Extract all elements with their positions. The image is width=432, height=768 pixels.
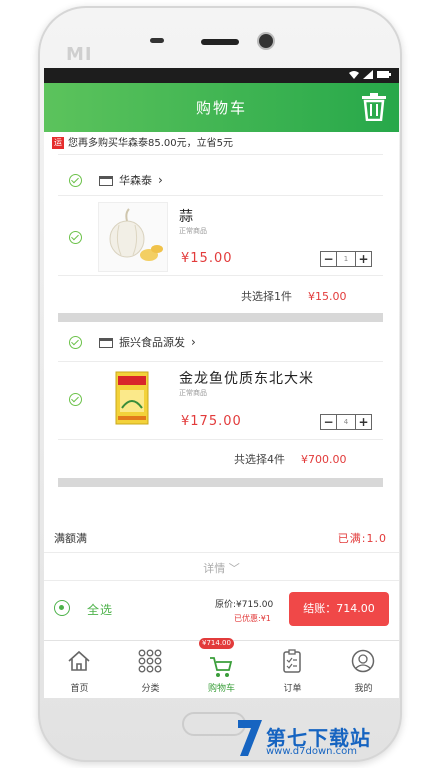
tab-label: 购物车 [207,684,235,694]
clipboard-icon [283,649,301,673]
cart-total-badge: ¥714.00 [199,638,234,649]
tab-profile[interactable]: 我的 [328,641,399,698]
store-link[interactable]: 振兴食品源发 › [99,334,196,350]
app-header: 购物车 [44,83,399,132]
product-image-garlic[interactable] [98,202,168,272]
grid-icon [138,649,162,673]
notice-badge: 运 [52,137,64,149]
notice-text: 您再多购买华森泰85.00元，立省5元 [68,138,233,149]
store-subtotal: 共选择4件 ¥700.00 [234,451,347,467]
store-name: 华森泰 [119,174,152,187]
cart-icon [210,657,233,677]
store-name: 振兴食品源发 [119,336,185,349]
subtotal-label: 共选择1件 [241,290,292,303]
tab-home[interactable]: 首页 [44,641,115,698]
details-toggle[interactable]: 详情 ﹀ [44,560,399,576]
product-name: 蒜 [179,209,194,225]
divider [44,552,399,553]
front-camera [259,34,273,48]
wifi-icon [349,70,359,80]
store-subtotal: 共选择1件 ¥15.00 [241,288,347,304]
watermark-url: www.d7down.com [266,746,358,757]
decrement-button[interactable]: − [321,415,336,429]
product-tag: 正常商品 [179,389,207,397]
select-all-label: 全选 [87,603,114,617]
tab-category[interactable]: 分类 [115,641,186,698]
tab-label: 首页 [70,684,89,694]
tab-label: 分类 [141,684,160,694]
divider [58,275,383,276]
item-checkbox[interactable] [69,393,82,406]
shop-icon [99,176,113,186]
section-separator [58,478,383,487]
quantity-stepper: − 1 + [320,251,372,267]
subtotal-amount: ¥700.00 [301,453,347,466]
quantity-value[interactable]: 1 [336,252,356,266]
tab-cart[interactable]: ¥714.00 购物车 [186,638,257,698]
watermark-logo [236,718,264,758]
section-separator [58,313,383,322]
phone-speaker [150,38,164,43]
subtotal-label: 共选择4件 [234,453,285,466]
phone-earpiece [201,39,239,45]
store-checkbox[interactable] [69,174,82,187]
decrement-button[interactable]: − [321,252,336,266]
details-label: 详情 [203,562,226,575]
battery-icon [377,70,391,80]
discount-amount: 已优惠:¥1 [234,614,271,623]
product-tag: 正常商品 [179,227,207,235]
divider [44,580,399,581]
increment-button[interactable]: + [356,415,371,429]
divider [58,439,383,440]
trash-icon[interactable] [361,93,387,122]
tab-label: 我的 [354,684,373,694]
radio-icon [54,600,70,616]
status-bar [44,68,399,83]
signal-icon [363,70,373,80]
divider [58,154,383,155]
product-image-rice[interactable] [104,368,160,428]
brand-logo: MI [66,44,93,65]
divider [58,361,383,362]
shop-icon [99,338,113,348]
tab-label: 订单 [283,684,302,694]
promo-label: 满额满 [54,532,87,545]
store-link[interactable]: 华森泰 › [99,172,163,188]
original-price: 原价:¥715.00 [215,600,274,610]
chevron-down-icon: ﹀ [228,562,240,575]
product-price: ¥175.00 [181,414,242,429]
page-title: 购物车 [195,99,247,117]
tab-orders[interactable]: 订单 [257,641,328,698]
quantity-stepper: − 4 + [320,414,372,430]
divider [58,195,383,196]
checkout-button[interactable]: 结账：714.00 [289,592,389,626]
chevron-right-icon: › [158,173,163,187]
bottom-tab-bar: 首页 分类 ¥714.00 购物车 订单 我的 [44,638,399,698]
home-icon [68,650,90,671]
promo-notice: 运您再多购买华森泰85.00元，立省5元 [52,137,233,151]
item-checkbox[interactable] [69,231,82,244]
product-name: 金龙鱼优质东北大米 [179,371,314,387]
subtotal-amount: ¥15.00 [308,290,347,303]
quantity-value[interactable]: 4 [336,415,356,429]
store-checkbox[interactable] [69,336,82,349]
promo-status: 已满:1.0 [337,532,387,545]
chevron-right-icon: › [191,335,196,349]
app-screen: 购物车 运您再多购买华森泰85.00元，立省5元 华森泰 › 蒜 正常商品 ¥1… [44,68,399,698]
product-price: ¥15.00 [181,251,233,266]
user-icon [351,649,375,673]
increment-button[interactable]: + [356,252,371,266]
